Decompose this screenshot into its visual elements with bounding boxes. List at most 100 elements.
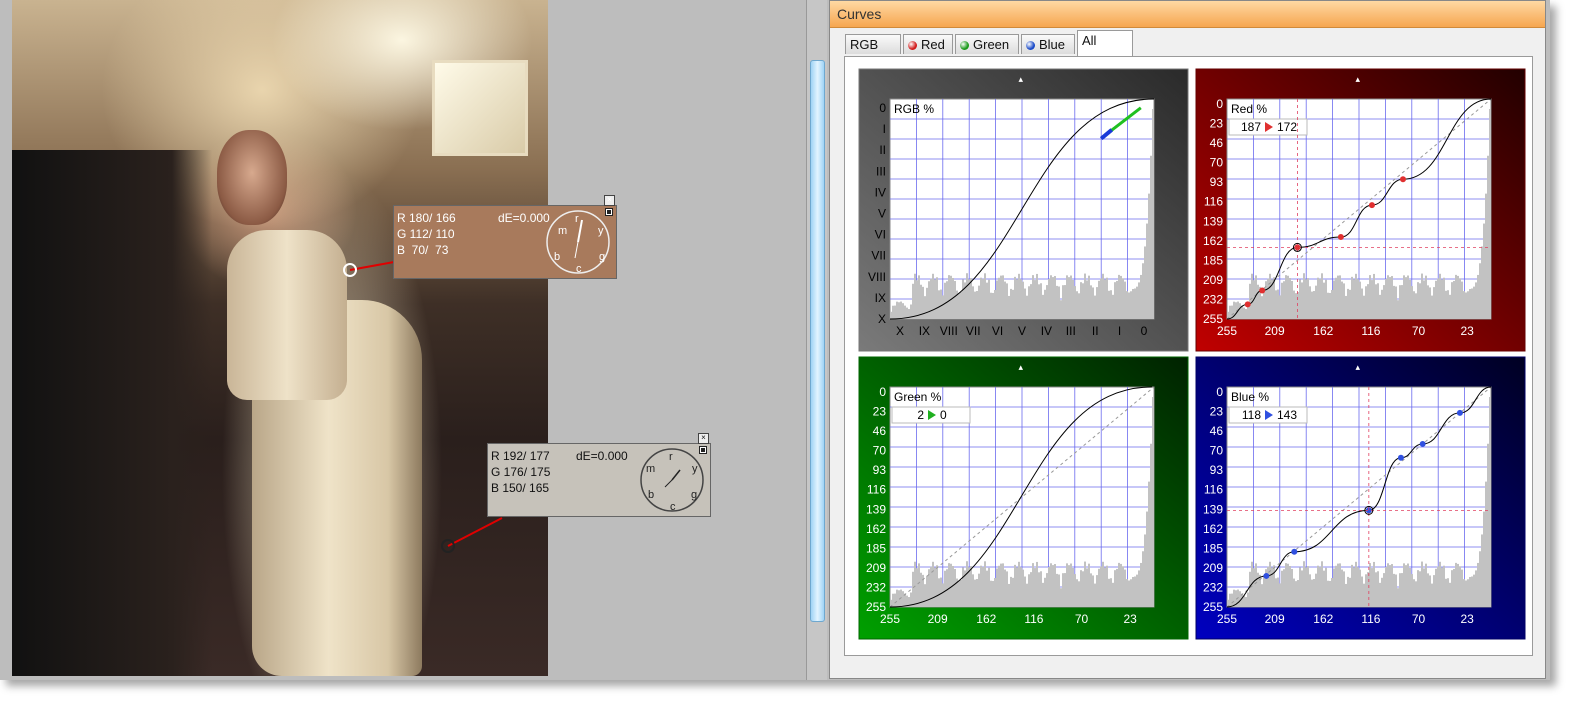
histogram-bar (1120, 275, 1122, 319)
histogram-bar (1393, 573, 1395, 607)
histogram-bar (1142, 551, 1144, 607)
tab-blue[interactable]: Blue (1021, 34, 1075, 54)
histogram-bar (1389, 565, 1391, 607)
histogram-bar (1146, 511, 1148, 607)
x-tick-label: V (1018, 324, 1026, 338)
color-dot-icon (908, 41, 917, 50)
curves-titlebar[interactable]: Curves (830, 1, 1545, 28)
x-tick-label: 70 (1412, 612, 1426, 626)
histogram-bar (1351, 564, 1353, 607)
histogram-bar (1076, 579, 1078, 607)
histogram-bar (1399, 285, 1401, 319)
histogram-bar (1269, 561, 1271, 607)
histogram-bar (1475, 570, 1477, 607)
histogram-bar (1323, 570, 1325, 607)
histogram-bar (1269, 273, 1271, 319)
y-tick-label: VII (871, 249, 886, 263)
curves-charts[interactable]: ▴RGB %0IIIIIIIVVVIVIIVIIIIXXX IX VIII VII VI… (845, 57, 1532, 655)
histogram-bar (1040, 571, 1042, 607)
histogram-bar (940, 577, 942, 607)
probe-delta-e: dE=0.000 (576, 449, 628, 463)
histogram-bar (978, 573, 980, 607)
histogram-bar (1467, 291, 1469, 319)
histogram-bar (926, 287, 928, 319)
histogram-bar (1251, 273, 1253, 319)
tab-green[interactable]: Green (955, 34, 1019, 54)
histogram-bar (1108, 578, 1110, 607)
x-tick-label: VII (966, 324, 981, 338)
histogram-bar (1016, 567, 1018, 607)
x-tick-label: 255 (1217, 612, 1237, 626)
histogram-bar (944, 282, 946, 319)
histogram-bar (1441, 567, 1443, 607)
histogram-bar (1477, 274, 1479, 319)
histogram-bar (1351, 276, 1353, 319)
histogram-bar (1018, 561, 1020, 607)
color-probe-2[interactable]: × R 192/ 177 G 176/ 175 B 150/ 165 dE=0.… (487, 433, 711, 517)
histogram-bar (932, 561, 934, 607)
histogram-bar (1070, 563, 1072, 607)
histogram-bar (1052, 277, 1054, 319)
probe-close-button[interactable]: × (698, 433, 709, 444)
histogram-bar (1449, 582, 1451, 607)
x-tick-label: 116 (1361, 324, 1380, 338)
histogram-bar (1136, 574, 1138, 607)
tab-rgb[interactable]: RGB (845, 34, 901, 54)
histogram-bar (1050, 275, 1052, 319)
histogram-bar (1084, 273, 1086, 319)
y-tick-label: V (878, 207, 886, 221)
histogram-bar (1445, 290, 1447, 319)
histogram-bar (1285, 275, 1287, 319)
histogram-bar (1447, 578, 1449, 607)
histogram-bar (1305, 567, 1307, 607)
histogram-bar (1026, 583, 1028, 607)
histogram-bar (1331, 578, 1333, 607)
y-tick-label: 209 (1203, 561, 1223, 575)
splitter-scrollbar[interactable] (810, 60, 825, 622)
histogram-bar (1004, 569, 1006, 607)
curve-control-point (1397, 454, 1404, 461)
histogram-bar (934, 279, 936, 319)
histogram-bar (936, 565, 938, 607)
histogram-bar (894, 593, 896, 607)
hue-dial-icon: m r y g c b (640, 448, 704, 513)
histogram-bar (1307, 278, 1309, 319)
histogram-bar (1056, 573, 1058, 607)
tab-all[interactable]: All (1077, 30, 1133, 56)
color-probe-1[interactable]: × R 180/ 166 G 112/ 110 B 70/ 73 dE=0.00… (393, 195, 617, 279)
dial-label-g: g (599, 251, 605, 263)
dial-label-y: y (598, 225, 604, 237)
histogram-bar (1347, 576, 1349, 607)
histogram-bar (1100, 278, 1102, 319)
probe-green-value: G 176/ 175 (491, 465, 551, 479)
histogram-bar (1134, 576, 1136, 607)
histogram-bar (1064, 285, 1066, 319)
histogram-bar (1407, 563, 1409, 607)
histogram-bar (1006, 283, 1008, 319)
x-tick-label: 255 (1217, 324, 1237, 338)
histogram-bar (1118, 562, 1120, 607)
histogram-bar (1150, 443, 1152, 607)
tab-red[interactable]: Red (903, 34, 953, 54)
probe-close-button[interactable]: × (604, 195, 615, 206)
histogram-bar (1044, 577, 1046, 607)
curve-control-point (1400, 176, 1406, 183)
panel-collapse-icon: ▴ (1356, 74, 1361, 84)
histogram-bar (968, 567, 970, 607)
y-tick-label: 70 (873, 444, 887, 458)
tab-label: Red (921, 37, 945, 52)
y-tick-label: X (878, 312, 886, 326)
histogram-bar (1413, 291, 1415, 319)
tab-label: All (1082, 33, 1097, 48)
histogram-bar (1289, 566, 1291, 607)
y-tick-label: 232 (1203, 292, 1223, 306)
panel-splitter[interactable] (806, 0, 827, 680)
histogram-bar (1405, 565, 1407, 607)
histogram-bar (994, 290, 996, 319)
y-tick-label: 93 (873, 463, 887, 477)
histogram-bar (974, 579, 976, 607)
histogram-bar (1287, 275, 1289, 319)
histogram-bar (982, 278, 984, 319)
histogram-bar (1006, 571, 1008, 607)
histogram-bar (1413, 579, 1415, 607)
